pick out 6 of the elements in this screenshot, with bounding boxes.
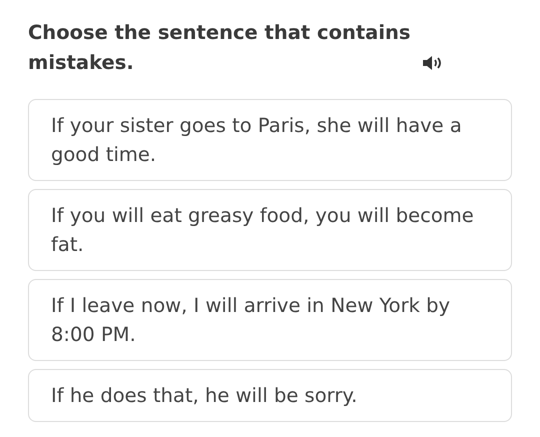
speaker-icon[interactable] <box>422 55 442 71</box>
answer-option[interactable]: If you will eat greasy food, you will become fat. <box>28 189 512 271</box>
answer-option[interactable]: If I leave now, I will arrive in New York by 8:00 PM. <box>28 279 512 361</box>
answer-option[interactable]: If he does that, he will be sorry. <box>28 369 512 422</box>
question-text: Choose the sentence that contains mistakes. <box>28 20 412 76</box>
answer-option[interactable]: If your sister goes to Paris, she will have a good time. <box>28 99 512 181</box>
